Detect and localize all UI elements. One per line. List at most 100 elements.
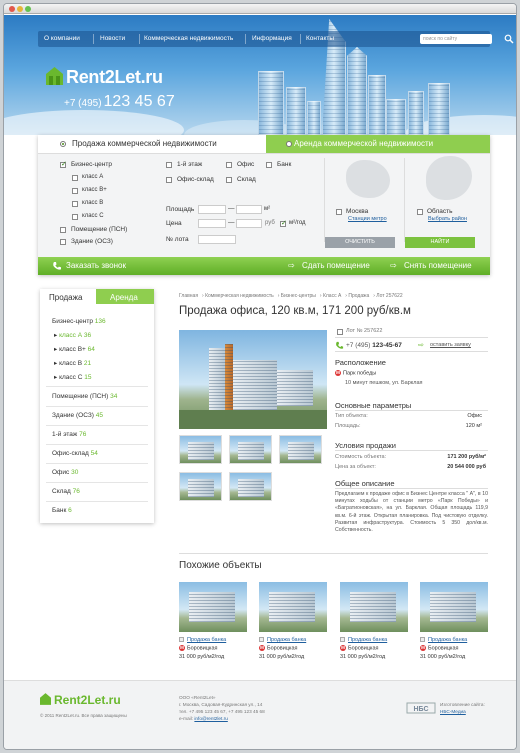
nav-item-contacts[interactable]: Контакты bbox=[306, 35, 334, 42]
checkbox-business-center[interactable] bbox=[60, 160, 67, 168]
sidebar-item-office-warehouse[interactable]: Офис-склад 54 bbox=[52, 450, 98, 457]
checkbox-warehouse[interactable] bbox=[226, 177, 232, 183]
similar-card[interactable]: Продажа банка М Боровицкая 31 000 руб/м2/… bbox=[340, 582, 408, 664]
cost-per-m2: 171 200 руб/м² bbox=[447, 454, 486, 460]
maximize-icon[interactable] bbox=[25, 6, 31, 12]
sidebar-item-class-c[interactable]: ▸ класс С 15 bbox=[54, 373, 91, 381]
favorite-checkbox[interactable] bbox=[259, 637, 264, 642]
rent-out-link[interactable]: Сдать помещение bbox=[302, 261, 370, 270]
checkbox-class-bplus[interactable] bbox=[72, 188, 78, 194]
checkbox-bank[interactable] bbox=[266, 162, 272, 168]
checkbox-per-m2[interactable] bbox=[280, 219, 287, 227]
metro-stations-link[interactable]: Станции метро bbox=[348, 216, 387, 222]
sidebar-item-class-bplus[interactable]: ▸ класс В+ 64 bbox=[54, 345, 95, 353]
checkbox-building[interactable] bbox=[60, 239, 66, 245]
photo-thumbnail[interactable] bbox=[229, 435, 272, 464]
checkbox-moscow[interactable] bbox=[336, 209, 342, 215]
checkbox-office-warehouse[interactable] bbox=[166, 177, 172, 183]
sidebar-item-bank[interactable]: Банк 6 bbox=[52, 507, 72, 514]
phone-icon bbox=[336, 341, 344, 349]
photo-thumbnail[interactable] bbox=[229, 472, 272, 501]
similar-link[interactable]: Продажа банка bbox=[187, 637, 226, 643]
sidebar-tab-rent[interactable]: Аренда bbox=[96, 289, 154, 304]
similar-card[interactable]: Продажа банка М Боровицкая 31 000 руб/м2/… bbox=[179, 582, 247, 664]
minimize-icon[interactable] bbox=[17, 6, 23, 12]
house-logo-icon bbox=[46, 67, 63, 85]
radio-rent[interactable] bbox=[286, 141, 292, 147]
sidebar-item-class-b[interactable]: ▸ класс В 21 bbox=[54, 359, 91, 367]
similar-photo[interactable] bbox=[340, 582, 408, 632]
find-button[interactable]: НАЙТИ bbox=[405, 237, 475, 248]
checkbox-class-b[interactable] bbox=[72, 201, 78, 207]
favorite-checkbox[interactable] bbox=[340, 637, 345, 642]
checkbox-floor1[interactable] bbox=[166, 162, 172, 168]
header-phone: +7 (495) 123 45 67 bbox=[64, 93, 175, 110]
developer-logo-icon[interactable]: НБС bbox=[406, 701, 436, 715]
nav-item-commercial[interactable]: Коммерческая недвижимость bbox=[144, 35, 233, 42]
main-photo[interactable] bbox=[179, 330, 327, 429]
similar-photo[interactable] bbox=[420, 582, 488, 632]
favorite-checkbox[interactable] bbox=[179, 637, 184, 642]
similar-link[interactable]: Продажа банка bbox=[428, 637, 467, 643]
sidebar-item-office[interactable]: Офис 30 bbox=[52, 469, 78, 476]
footer: Rent2Let.ru © 2011 Rent2Let.ru. Все прав… bbox=[4, 680, 516, 749]
radio-sale[interactable] bbox=[60, 141, 66, 147]
area-to-input[interactable] bbox=[236, 205, 262, 214]
search-input[interactable]: поиск по сайту bbox=[420, 34, 492, 44]
checkbox-class-c[interactable] bbox=[72, 214, 78, 220]
request-link[interactable]: оставить заявку bbox=[430, 342, 471, 348]
similar-photo[interactable] bbox=[259, 582, 327, 632]
photo-thumbnail[interactable] bbox=[179, 435, 222, 464]
developer-link[interactable]: НБС-Медиа bbox=[440, 708, 485, 715]
site-logo[interactable]: Rent2Let.ru bbox=[46, 67, 163, 88]
sidebar-item-premises[interactable]: Помещение (ПСН) 34 bbox=[52, 393, 117, 400]
lot-number: Лот № 257622 bbox=[346, 328, 383, 334]
choose-district-link[interactable]: Выбрать район bbox=[428, 216, 467, 222]
nav-item-about[interactable]: О компании bbox=[44, 35, 80, 42]
similar-card[interactable]: Продажа банка М Боровицкая 31 000 руб/м2/… bbox=[259, 582, 327, 664]
sidebar-item-warehouse[interactable]: Склад 76 bbox=[52, 488, 80, 495]
region-map[interactable] bbox=[426, 156, 472, 200]
clear-button[interactable]: ОЧИСТИТЬ bbox=[325, 237, 395, 248]
sidebar-item-class-a[interactable]: ▸ класс А 36 bbox=[54, 331, 91, 339]
tab-sale[interactable]: Продажа коммерческой недвижимости bbox=[38, 135, 266, 153]
price-to-input[interactable] bbox=[236, 219, 262, 228]
price-from-input[interactable] bbox=[198, 219, 226, 228]
nav-item-info[interactable]: Информация bbox=[252, 35, 292, 42]
tab-rent[interactable]: Аренда коммерческой недвижимости bbox=[266, 135, 490, 153]
similar-link[interactable]: Продажа банка bbox=[348, 637, 387, 643]
rent-link[interactable]: Снять помещение bbox=[404, 261, 472, 270]
favorite-checkbox[interactable] bbox=[337, 329, 343, 335]
total-price: 20 544 000 руб bbox=[447, 464, 486, 470]
similar-card[interactable]: Продажа банка М Боровицкая 31 000 руб/м2/… bbox=[420, 582, 488, 664]
checkbox-region[interactable] bbox=[417, 209, 423, 215]
photo-thumbnail[interactable] bbox=[279, 435, 322, 464]
sidebar-item-business-center[interactable]: Бизнес-центр 136 bbox=[52, 318, 106, 325]
similar-photo[interactable] bbox=[179, 582, 247, 632]
nav-item-news[interactable]: Новости bbox=[100, 35, 125, 42]
breadcrumb-item[interactable]: Коммерческая недвижимость bbox=[205, 293, 274, 299]
similar-link[interactable]: Продажа банка bbox=[267, 637, 306, 643]
close-icon[interactable] bbox=[9, 6, 15, 12]
search-icon[interactable] bbox=[504, 34, 514, 44]
checkbox-office[interactable] bbox=[226, 162, 232, 168]
metro-icon: М bbox=[335, 370, 341, 376]
checkbox-class-a[interactable] bbox=[72, 175, 78, 181]
breadcrumb-item[interactable]: Продажа bbox=[348, 293, 369, 299]
breadcrumb-item[interactable]: Главная bbox=[179, 293, 198, 299]
order-call-link[interactable]: Заказать звонок bbox=[66, 261, 126, 270]
currency-select[interactable]: руб bbox=[265, 220, 275, 226]
checkbox-premises[interactable] bbox=[60, 227, 66, 233]
photo-thumbnail[interactable] bbox=[179, 472, 222, 501]
favorite-checkbox[interactable] bbox=[420, 637, 425, 642]
lot-input[interactable] bbox=[198, 235, 236, 244]
sidebar-tab-sale[interactable]: Продажа bbox=[40, 289, 96, 304]
area-from-input[interactable] bbox=[198, 205, 226, 214]
sidebar-item-floor1[interactable]: 1-й этаж 76 bbox=[52, 431, 86, 438]
footer-logo[interactable]: Rent2Let.ru bbox=[40, 693, 121, 707]
moscow-map[interactable] bbox=[346, 160, 390, 198]
email-link[interactable]: info@rent2let.ru bbox=[194, 716, 227, 721]
breadcrumb-item[interactable]: Бизнес-центры bbox=[281, 293, 316, 299]
sidebar-item-building[interactable]: Здание (ОСЗ) 45 bbox=[52, 412, 103, 419]
breadcrumb-item[interactable]: Класс А bbox=[323, 293, 341, 299]
